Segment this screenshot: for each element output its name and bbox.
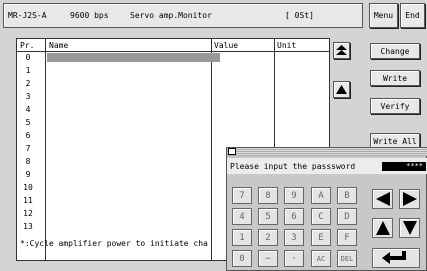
key-d[interactable]: D [337, 208, 357, 225]
station-label: [ 0St] [285, 11, 314, 20]
screen-title: Servo amp.Monitor [130, 11, 212, 20]
key-0[interactable]: 0 [232, 250, 252, 267]
key-decimal[interactable]: · [284, 250, 304, 267]
key-7[interactable]: 7 [232, 187, 252, 204]
cursor-up-button[interactable] [372, 218, 393, 238]
key-e[interactable]: E [311, 229, 331, 246]
enter-button[interactable] [372, 248, 420, 268]
key-6[interactable]: 6 [284, 208, 304, 225]
up-arrow-icon [375, 221, 390, 235]
baud-label: 9600 bps [70, 11, 109, 20]
key-del[interactable]: DEL [337, 250, 357, 267]
selected-row-highlight[interactable] [47, 53, 220, 62]
model-label: MR-J2S-A [8, 11, 47, 20]
table-row[interactable]: 5 [17, 118, 39, 127]
key-minus[interactable]: − [258, 250, 278, 267]
end-button[interactable]: End [400, 3, 425, 28]
down-arrow-icon [402, 221, 417, 235]
table-row[interactable]: 6 [17, 131, 39, 140]
title-bar: MR-J2S-A 9600 bps Servo amp.Monitor [ 0S… [3, 3, 363, 28]
table-row[interactable]: 9 [17, 170, 39, 179]
key-b[interactable]: B [337, 187, 357, 204]
scroll-up-button[interactable] [333, 81, 350, 98]
cursor-down-button[interactable] [399, 218, 420, 238]
cursor-left-button[interactable] [372, 189, 393, 209]
left-arrow-icon [375, 192, 390, 206]
table-row[interactable]: 0 [17, 53, 39, 62]
table-row[interactable]: 13 [17, 222, 39, 231]
column-header-unit: Unit [277, 41, 297, 50]
column-divider [45, 39, 46, 260]
key-a[interactable]: A [311, 187, 331, 204]
column-header-pr: Pr. [20, 41, 35, 50]
key-3[interactable]: 3 [284, 229, 304, 246]
key-1[interactable]: 1 [232, 229, 252, 246]
keypad-title-bar [227, 148, 427, 156]
page-up-button[interactable] [333, 42, 350, 59]
change-button[interactable]: Change [370, 43, 420, 59]
up-triangle-icon [336, 85, 347, 94]
password-keypad: Please input the passsword **** 7 8 9 A … [226, 147, 427, 271]
column-header-value: Value [214, 41, 239, 50]
key-5[interactable]: 5 [258, 208, 278, 225]
menu-button[interactable]: Menu [369, 3, 398, 28]
column-header-name: Name [49, 41, 69, 50]
table-row[interactable]: 1 [17, 66, 39, 75]
table-row[interactable]: 3 [17, 92, 39, 101]
key-c[interactable]: C [311, 208, 331, 225]
enter-icon [382, 251, 406, 264]
verify-button[interactable]: Verify [370, 98, 420, 114]
table-row[interactable]: 10 [17, 183, 39, 192]
key-ac[interactable]: AC [311, 250, 331, 267]
table-row[interactable]: 8 [17, 157, 39, 166]
close-icon[interactable] [228, 148, 236, 155]
table-row[interactable]: 4 [17, 105, 39, 114]
header-divider [17, 51, 329, 52]
password-field[interactable]: **** [382, 162, 426, 171]
key-9[interactable]: 9 [284, 187, 304, 204]
table-row[interactable]: 7 [17, 144, 39, 153]
key-4[interactable]: 4 [232, 208, 252, 225]
double-up-arrow-icon [336, 45, 347, 55]
write-button[interactable]: Write [370, 70, 420, 86]
table-row[interactable]: 11 [17, 196, 39, 205]
key-8[interactable]: 8 [258, 187, 278, 204]
right-arrow-icon [402, 192, 417, 206]
key-2[interactable]: 2 [258, 229, 278, 246]
key-f[interactable]: F [337, 229, 357, 246]
power-cycle-note: *:Cycle amplifier power to initiate cha [20, 239, 208, 248]
table-row[interactable]: 2 [17, 79, 39, 88]
column-divider [211, 39, 212, 260]
cursor-right-button[interactable] [399, 189, 420, 209]
table-row[interactable]: 12 [17, 209, 39, 218]
